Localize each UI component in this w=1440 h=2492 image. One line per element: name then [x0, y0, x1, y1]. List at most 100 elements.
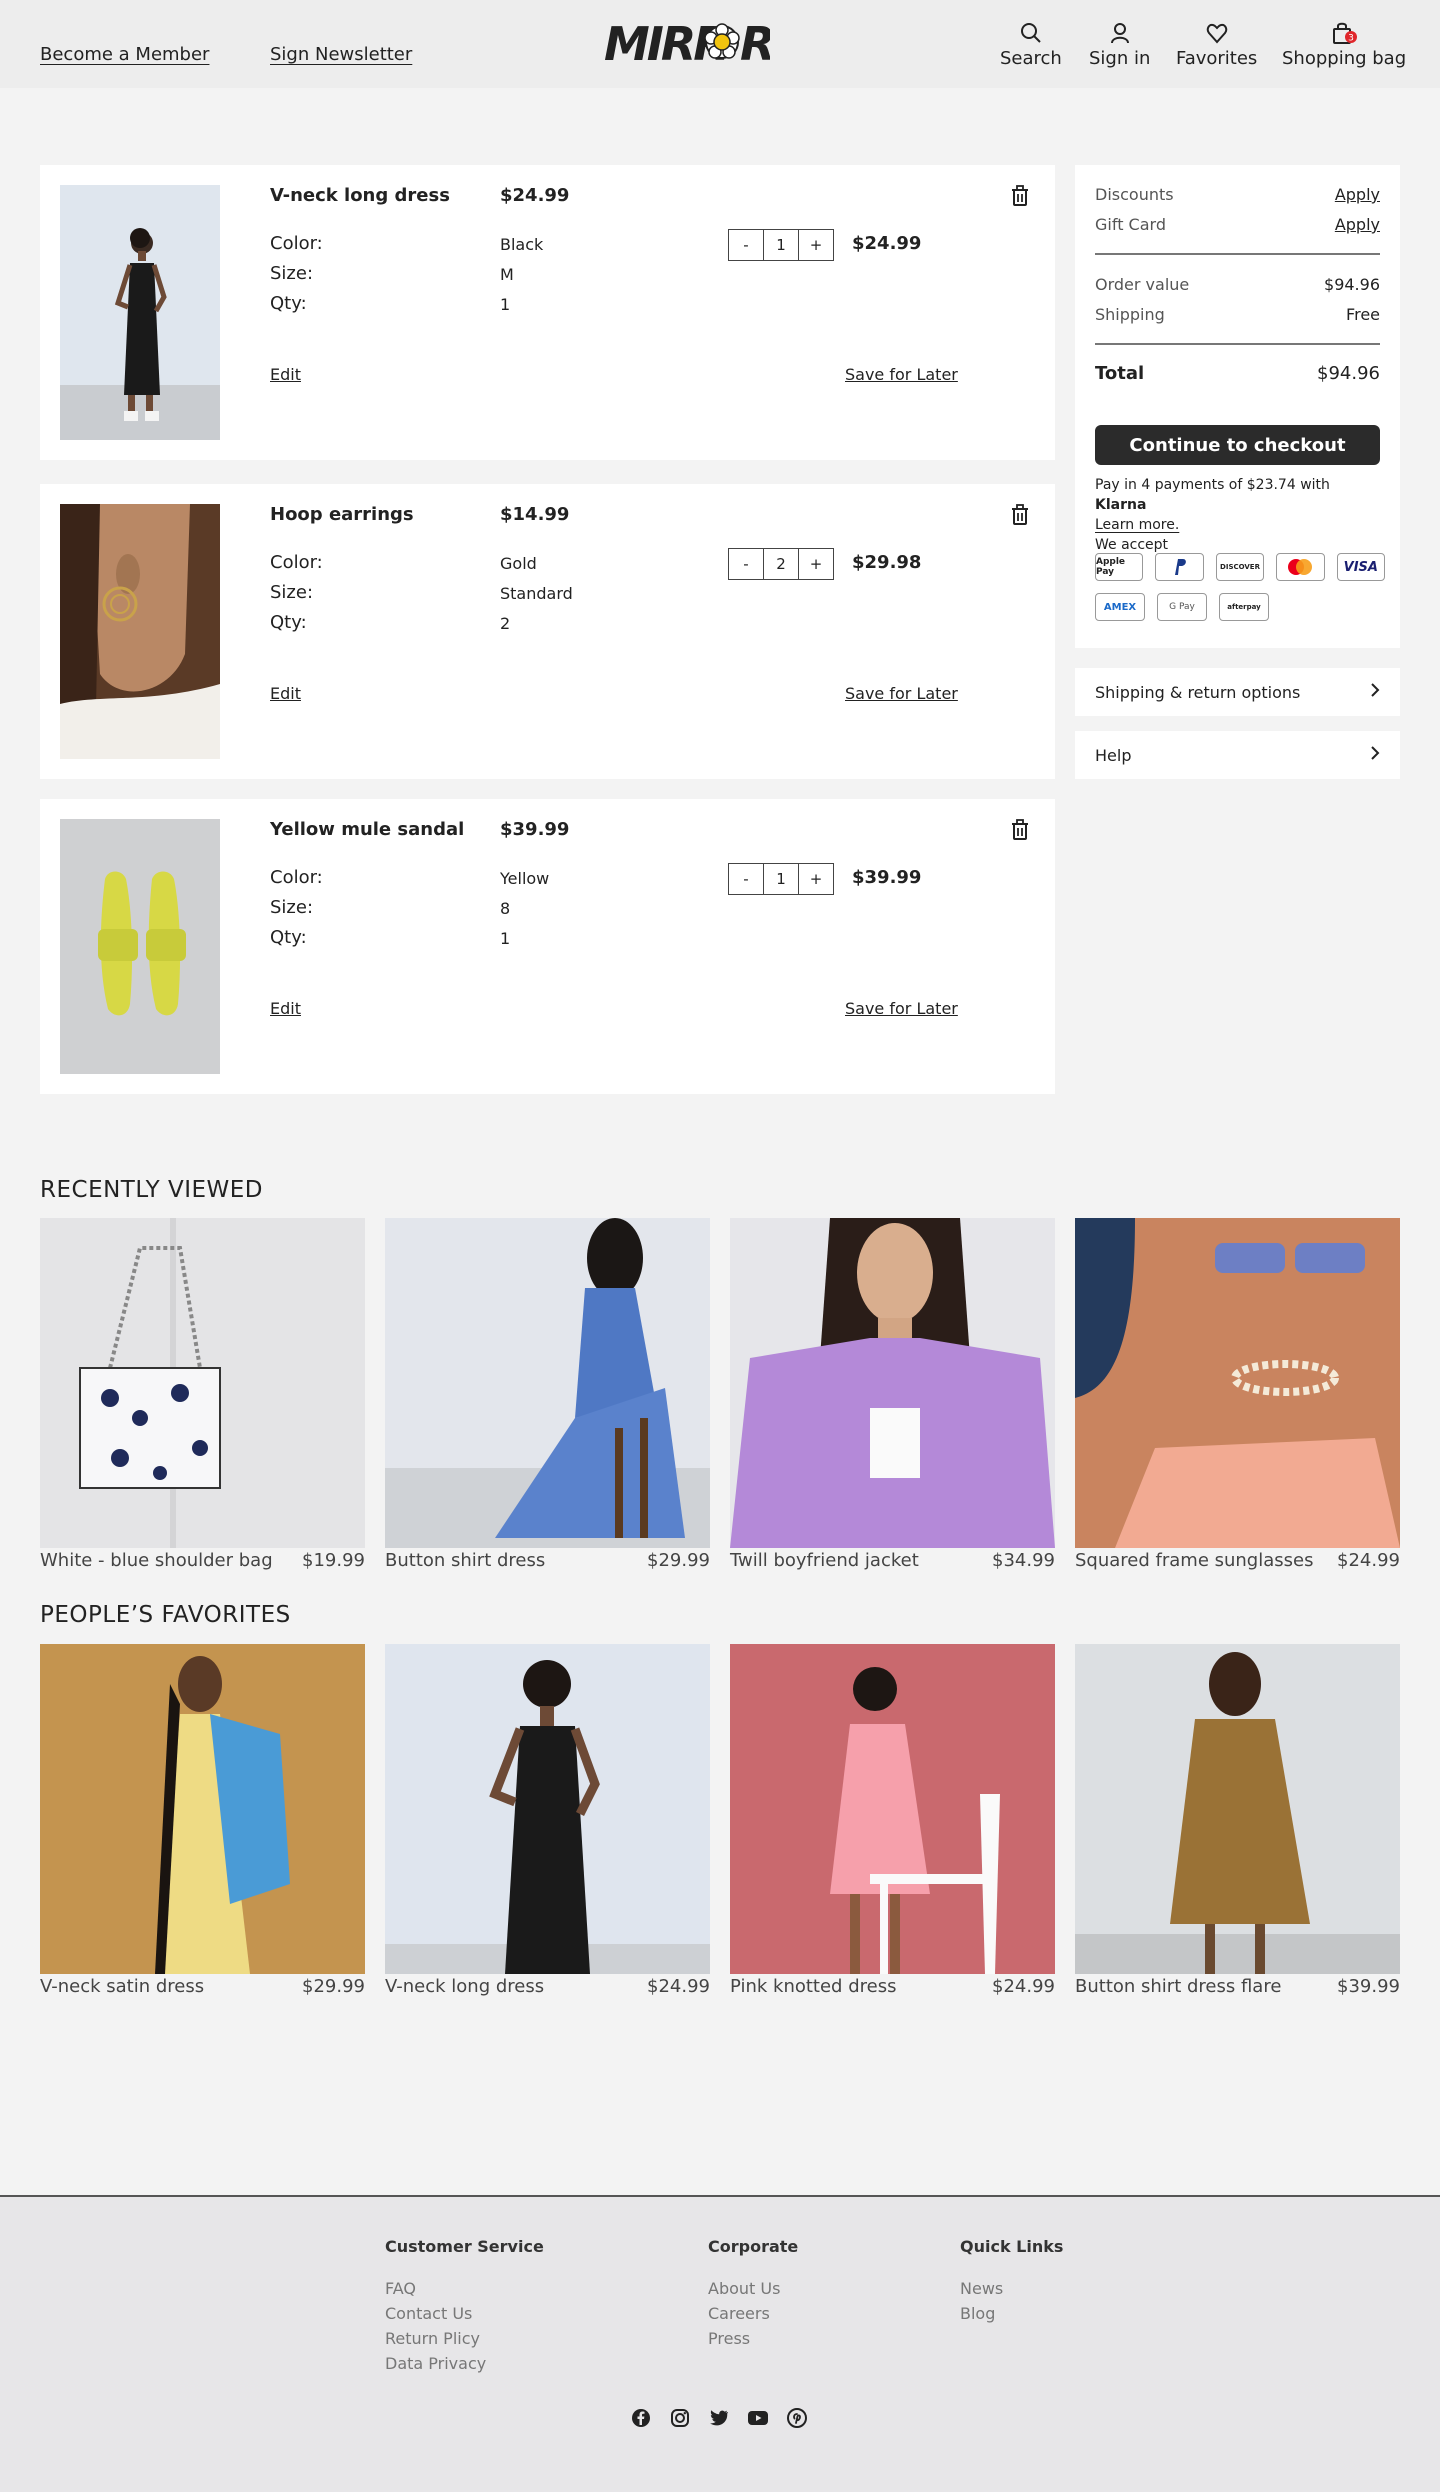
- footer-link-contact[interactable]: Contact Us: [385, 2301, 544, 2326]
- trash-icon[interactable]: [1010, 819, 1030, 845]
- pinterest-icon[interactable]: [786, 2407, 808, 2429]
- product-tile[interactable]: V-neck long dress $24.99: [385, 1644, 710, 1999]
- search-button[interactable]: Search: [1000, 22, 1062, 69]
- decrease-qty-button[interactable]: -: [729, 864, 764, 894]
- product-image-vneck-dress[interactable]: [60, 185, 220, 440]
- twitter-icon[interactable]: [708, 2407, 730, 2429]
- product-image-hoop-earrings[interactable]: [60, 504, 220, 759]
- heart-icon: [1206, 23, 1227, 44]
- footer-link-privacy[interactable]: Data Privacy: [385, 2351, 544, 2376]
- decrease-qty-button[interactable]: -: [729, 549, 764, 579]
- footer-link-news[interactable]: News: [960, 2276, 1063, 2301]
- size-label: Size:: [270, 263, 314, 284]
- product-tile[interactable]: White - blue shoulder bag $19.99: [40, 1218, 365, 1573]
- tile-name[interactable]: Button shirt dress flare: [1075, 1976, 1281, 1997]
- increase-qty-button[interactable]: +: [799, 230, 833, 260]
- footer-customer-service: Customer Service FAQ Contact Us Return P…: [385, 2237, 544, 2376]
- product-name[interactable]: V-neck long dress: [270, 185, 450, 206]
- product-tile[interactable]: Squared frame sunglasses $24.99: [1075, 1218, 1400, 1573]
- save-for-later-link[interactable]: Save for Later: [845, 684, 958, 703]
- footer-link-about[interactable]: About Us: [708, 2276, 798, 2301]
- gift-card-row: Gift Card Apply: [1095, 215, 1380, 234]
- learn-more-link[interactable]: Learn more.: [1095, 517, 1179, 533]
- favorites-button[interactable]: Favorites: [1176, 22, 1257, 69]
- footer-link-faq[interactable]: FAQ: [385, 2276, 544, 2301]
- apply-gift-card-link[interactable]: Apply: [1335, 215, 1380, 234]
- product-tile[interactable]: Pink knotted dress $24.99: [730, 1644, 1055, 1999]
- facebook-icon[interactable]: [630, 2407, 652, 2429]
- qty-display[interactable]: 1: [764, 864, 799, 894]
- checkout-button[interactable]: Continue to checkout: [1095, 425, 1380, 465]
- footer-link-press[interactable]: Press: [708, 2326, 798, 2351]
- tile-name[interactable]: White - blue shoulder bag: [40, 1550, 273, 1571]
- total-row: Total $94.96: [1095, 363, 1380, 384]
- amex-icon: AMEX: [1095, 593, 1145, 621]
- product-image[interactable]: [40, 1644, 365, 1974]
- color-label: Color:: [270, 233, 323, 254]
- edit-link[interactable]: Edit: [270, 999, 301, 1018]
- tile-name[interactable]: Button shirt dress: [385, 1550, 545, 1571]
- footer-link-careers[interactable]: Careers: [708, 2301, 798, 2326]
- product-tile[interactable]: Twill boyfriend jacket $34.99: [730, 1218, 1055, 1573]
- increase-qty-button[interactable]: +: [799, 549, 833, 579]
- decrease-qty-button[interactable]: -: [729, 230, 764, 260]
- mirror-logo[interactable]: MIRR R: [604, 16, 775, 71]
- edit-link[interactable]: Edit: [270, 365, 301, 384]
- product-image[interactable]: [1075, 1218, 1400, 1548]
- product-image-yellow-sandal[interactable]: [60, 819, 220, 1074]
- footer-link-return[interactable]: Return Plicy: [385, 2326, 544, 2351]
- save-for-later-link[interactable]: Save for Later: [845, 999, 958, 1018]
- shopping-bag-label: Shopping bag: [1282, 48, 1407, 69]
- trash-icon[interactable]: [1010, 185, 1030, 211]
- increase-qty-button[interactable]: +: [799, 864, 833, 894]
- divider: [1095, 343, 1380, 345]
- paypal-icon: [1155, 553, 1204, 581]
- tile-caption: Button shirt dress $29.99: [385, 1550, 710, 1571]
- color-value: Black: [500, 235, 544, 254]
- product-image[interactable]: [385, 1218, 710, 1548]
- gift-card-label: Gift Card: [1095, 215, 1166, 234]
- become-member-link[interactable]: Become a Member: [40, 44, 209, 65]
- shopping-bag-button[interactable]: 3 Shopping bag: [1282, 22, 1406, 69]
- quantity-stepper: - 1 +: [728, 229, 834, 261]
- tile-name[interactable]: V-neck long dress: [385, 1976, 544, 1997]
- product-tile[interactable]: Button shirt dress $29.99: [385, 1218, 710, 1573]
- order-summary: Discounts Apply Gift Card Apply Order va…: [1075, 165, 1400, 648]
- apply-discount-link[interactable]: Apply: [1335, 185, 1380, 204]
- qty-display[interactable]: 2: [764, 549, 799, 579]
- save-for-later-link[interactable]: Save for Later: [845, 365, 958, 384]
- search-icon: [1020, 23, 1041, 43]
- help-panel[interactable]: Help: [1075, 731, 1400, 779]
- qty-value: 1: [500, 929, 511, 948]
- product-image[interactable]: [385, 1644, 710, 1974]
- sign-in-button[interactable]: Sign in: [1089, 22, 1150, 69]
- cart-item: Yellow mule sandal $39.99 Color: Size: Q…: [40, 799, 1055, 1094]
- youtube-icon[interactable]: [747, 2407, 769, 2429]
- product-tile[interactable]: V-neck satin dress $29.99: [40, 1644, 365, 1999]
- trash-icon[interactable]: [1010, 504, 1030, 530]
- shipping-return-options[interactable]: Shipping & return options: [1075, 668, 1400, 716]
- divider: [1095, 253, 1380, 255]
- product-image[interactable]: [40, 1218, 365, 1548]
- qty-label: Qty:: [270, 927, 307, 948]
- edit-link[interactable]: Edit: [270, 684, 301, 703]
- product-image[interactable]: [730, 1644, 1055, 1974]
- tile-name[interactable]: Squared frame sunglasses: [1075, 1550, 1313, 1571]
- product-price: $24.99: [500, 185, 570, 206]
- instagram-icon[interactable]: [669, 2407, 691, 2429]
- color-value: Gold: [500, 554, 537, 573]
- product-name[interactable]: Hoop earrings: [270, 504, 414, 525]
- sign-newsletter-link[interactable]: Sign Newsletter: [270, 44, 412, 65]
- apple-pay-icon: Apple Pay: [1095, 553, 1144, 581]
- product-image[interactable]: [1075, 1644, 1400, 1974]
- footer-link-blog[interactable]: Blog: [960, 2301, 1063, 2326]
- product-tile[interactable]: Button shirt dress flare $39.99: [1075, 1644, 1400, 1999]
- footer-quick-links: Quick Links News Blog: [960, 2237, 1063, 2326]
- tile-name[interactable]: Pink knotted dress: [730, 1976, 896, 1997]
- tile-name[interactable]: V-neck satin dress: [40, 1976, 204, 1997]
- product-image[interactable]: [730, 1218, 1055, 1548]
- product-name[interactable]: Yellow mule sandal: [270, 819, 464, 840]
- qty-display[interactable]: 1: [764, 230, 799, 260]
- tile-name[interactable]: Twill boyfriend jacket: [730, 1550, 919, 1571]
- afterpay-icon: afterpay: [1219, 593, 1269, 621]
